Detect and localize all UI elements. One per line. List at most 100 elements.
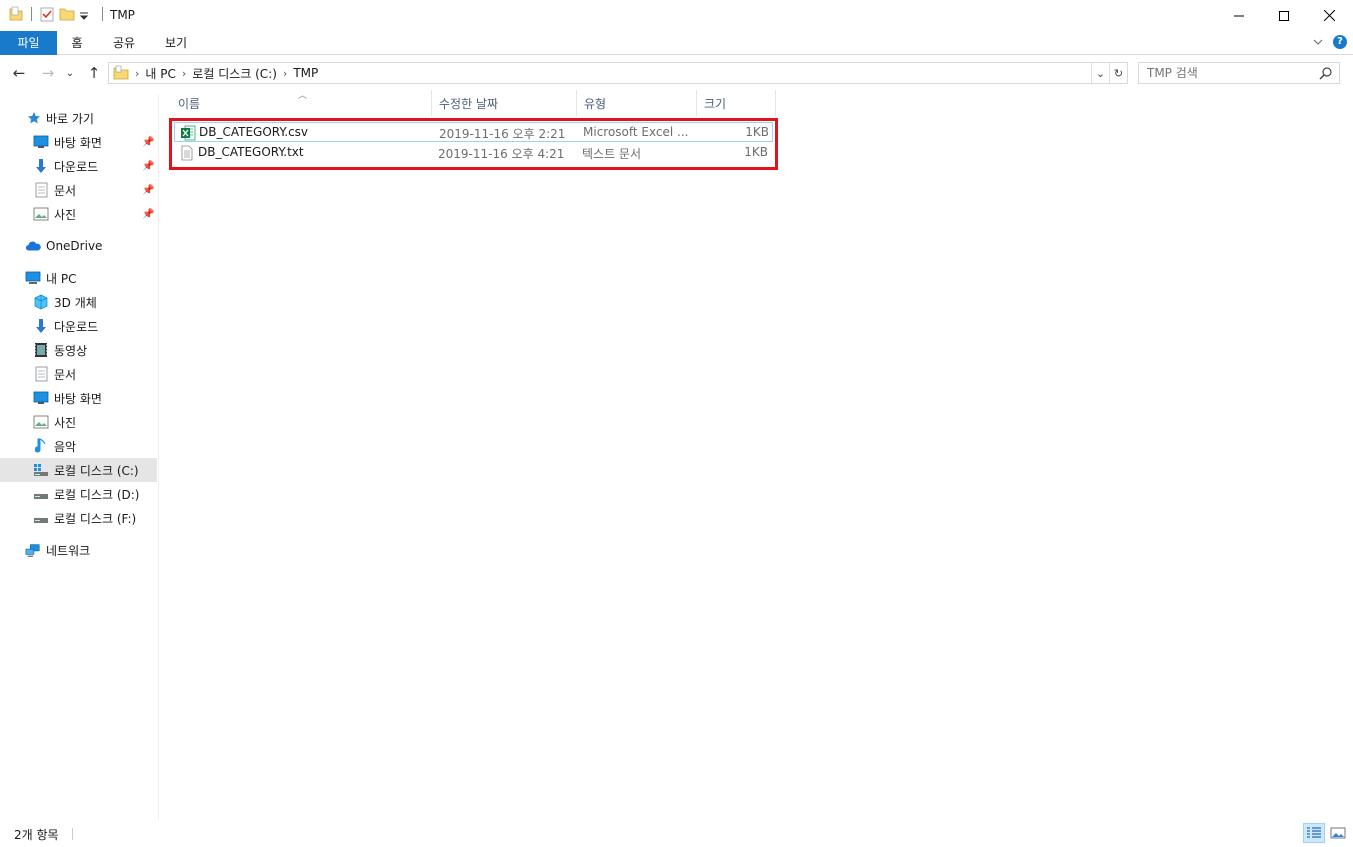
address-bar[interactable]: › 내 PC › 로컬 디스크 (C:) › TMP ⌄ ↻ [108,62,1128,84]
file-name: DB_CATEGORY.csv [199,125,309,139]
cloud-icon [25,238,41,254]
sidebar-item-documents[interactable]: 문서 📌 [0,178,157,202]
file-row[interactable]: DB_CATEGORY.csv 2019-11-16 오후 2:21 Micro… [174,122,773,142]
refresh-icon[interactable]: ↻ [1109,63,1127,83]
file-modified: 2019-11-16 오후 4:21 [438,147,565,161]
column-header-modified[interactable]: 수정한 날짜 [432,90,577,116]
sidebar-item-pictures-pc[interactable]: 사진 [0,410,157,434]
sidebar-item-label: OneDrive [46,239,103,253]
folder-icon [113,65,129,80]
file-type: Microsoft Excel ... [583,125,689,139]
star-icon [26,110,42,126]
pin-icon: 📌 [142,136,155,148]
sidebar-item-pictures[interactable]: 사진 📌 [0,202,157,226]
forward-button[interactable]: → [38,62,58,84]
sidebar-item-label: 로컬 디스크 (F:) [54,511,137,526]
sidebar-item-videos[interactable]: 동영상 [0,338,157,362]
file-row[interactable]: DB_CATEGORY.txt 2019-11-16 오후 4:21 텍스트 문… [174,143,773,163]
sidebar-item-local-disk-f[interactable]: 로컬 디스크 (F:) [0,506,157,530]
tab-home[interactable]: 홈 [57,31,97,55]
navigation-bar: ← → ⌄ ↑ › 내 PC › 로컬 디스크 (C:) › TMP ⌄ ↻ [0,58,1353,89]
pictures-icon [33,414,49,430]
ribbon-tabs: 파일 홈 공유 보기 ? [0,31,1353,55]
sidebar-item-label: 로컬 디스크 (C:) [54,463,139,478]
pin-icon: 📌 [142,160,155,172]
sidebar-item-local-disk-c[interactable]: 로컬 디스크 (C:) [0,458,157,482]
sidebar-item-quick-access[interactable]: 바로 가기 [0,106,157,130]
search-icon[interactable] [1319,66,1333,80]
ribbon-right-controls: ? [1313,35,1347,49]
desktop-icon [33,134,49,150]
column-header-type[interactable]: 유형 [577,90,697,116]
search-input[interactable] [1147,66,1307,80]
status-item-count: 2개 항목 [14,828,59,842]
chevron-right-icon[interactable]: › [182,67,186,80]
toolbar-divider [102,7,103,21]
quick-access-toolbar [8,6,106,22]
sidebar-item-downloads-pc[interactable]: 다운로드 [0,314,157,338]
sidebar-item-label: 다운로드 [54,159,99,174]
tab-share[interactable]: 공유 [100,31,148,55]
sidebar-item-label: 바탕 화면 [54,135,102,150]
sidebar-item-onedrive[interactable]: OneDrive [0,234,157,258]
video-icon [33,342,49,358]
excel-csv-icon [180,125,196,141]
drive-icon [33,486,49,502]
windows-drive-icon [33,462,49,478]
folder-app-icon [8,6,24,22]
tab-file[interactable]: 파일 [0,31,57,55]
tab-view[interactable]: 보기 [152,31,200,55]
properties-icon[interactable] [39,6,55,22]
chevron-right-icon[interactable]: › [283,67,287,80]
title-bar: TMP [0,0,1353,31]
sidebar-item-music[interactable]: 음악 [0,434,157,458]
sidebar-item-label: 네트워크 [46,543,91,558]
sidebar-item-3d-objects[interactable]: 3D 개체 [0,290,157,314]
pin-icon: 📌 [142,184,155,196]
window-title: TMP [110,8,135,22]
close-icon [1323,10,1335,21]
3d-objects-icon [33,294,49,310]
recent-locations-button[interactable]: ⌄ [63,62,77,84]
file-type: 텍스트 문서 [582,147,642,161]
maximize-button[interactable] [1261,0,1307,31]
navigation-pane: 바로 가기 바탕 화면 📌 다운로드 📌 문서 📌 사진 📌 OneDrive [0,94,159,820]
new-folder-icon[interactable] [59,6,75,22]
drive-icon [33,510,49,526]
sidebar-item-documents-pc[interactable]: 문서 [0,362,157,386]
large-icons-view-icon [1330,827,1346,839]
status-divider [72,828,73,840]
computer-icon [25,270,41,286]
breadcrumb-local-disk-c[interactable]: 로컬 디스크 (C:) [192,65,277,82]
document-icon [33,366,49,382]
sidebar-item-local-disk-d[interactable]: 로컬 디스크 (D:) [0,482,157,506]
file-name: DB_CATEGORY.txt [198,145,304,159]
sidebar-item-desktop[interactable]: 바탕 화면 📌 [0,130,157,154]
help-icon[interactable]: ? [1333,35,1347,49]
large-icons-view-button[interactable] [1327,823,1349,843]
download-icon [33,158,49,174]
pin-icon: 📌 [142,208,155,220]
breadcrumb-this-pc[interactable]: 내 PC [145,65,175,82]
sidebar-item-network[interactable]: 네트워크 [0,538,157,562]
close-button[interactable] [1306,0,1352,31]
text-file-icon [179,145,195,161]
search-box[interactable] [1138,62,1340,84]
sidebar-item-label: 내 PC [46,271,77,286]
minimize-button[interactable] [1216,0,1262,31]
sidebar-item-desktop-pc[interactable]: 바탕 화면 [0,386,157,410]
chevron-right-icon[interactable]: › [135,67,139,80]
sidebar-item-label: 3D 개체 [54,295,97,310]
address-dropdown-icon[interactable]: ⌄ [1091,63,1109,83]
sidebar-item-this-pc[interactable]: 내 PC [0,266,157,290]
back-button[interactable]: ← [9,62,29,84]
column-header-size[interactable]: 크기 [697,90,776,116]
sidebar-item-label: 사진 [54,415,77,430]
up-button[interactable]: ↑ [84,62,104,84]
breadcrumb-tmp[interactable]: TMP [293,66,318,80]
sidebar-item-label: 바탕 화면 [54,391,102,406]
sidebar-item-downloads[interactable]: 다운로드 📌 [0,154,157,178]
expand-ribbon-icon[interactable] [1313,38,1323,46]
details-view-button[interactable] [1303,823,1325,843]
customize-toolbar-icon[interactable] [79,6,95,22]
